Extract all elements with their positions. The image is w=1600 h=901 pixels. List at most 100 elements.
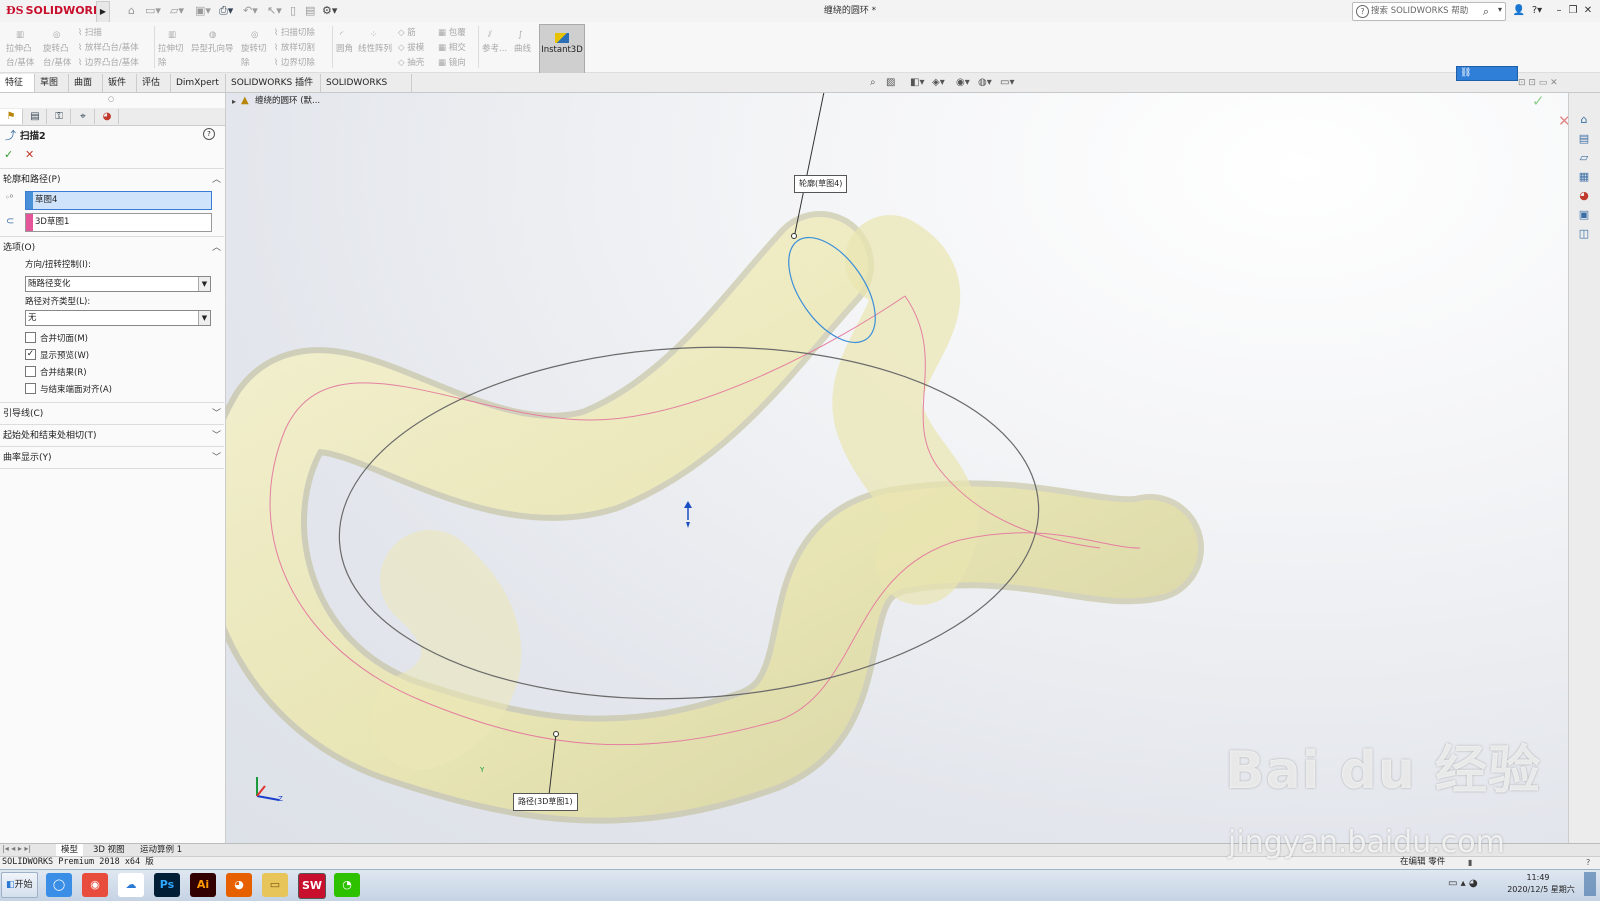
- home-icon[interactable]: ⌂: [128, 3, 135, 19]
- menu-expand-arrow-icon[interactable]: ▶: [96, 1, 110, 23]
- merge-tangent-checkbox[interactable]: 合并切面(M): [25, 332, 88, 346]
- profile-callout-label[interactable]: 轮廓(草图4): [794, 175, 848, 193]
- path-align-dropdown[interactable]: 无 ▼: [25, 310, 211, 326]
- lofted-cut-button[interactable]: ⌇ 放样切割: [274, 41, 315, 56]
- instant3d-button[interactable]: Instant3D: [539, 24, 585, 74]
- section-options-header[interactable]: 选项(O) ︿: [3, 240, 227, 256]
- path-selection-box[interactable]: 3D草图1: [25, 213, 212, 232]
- tab-scroll-arrows-icon[interactable]: |◂ ◂ ▸ ▸|: [2, 844, 31, 853]
- taskbar-solidworks-icon[interactable]: SW: [298, 873, 326, 899]
- section-curvature-display-header[interactable]: 曲率显示(Y) ﹀: [3, 450, 227, 466]
- feature-tree-root-item[interactable]: 缠绕的圆环 (默...: [255, 95, 320, 107]
- section-tangency-header[interactable]: 起始处和结束处相切(T) ﹀: [3, 428, 227, 444]
- chevron-down-icon[interactable]: ▼: [198, 311, 210, 325]
- property-manager-tab-icon[interactable]: ▤: [24, 109, 47, 124]
- swept-cut-button[interactable]: ⌇ 扫描切除: [274, 26, 315, 41]
- draft-button[interactable]: ◇ 拔模: [398, 41, 424, 56]
- status-help-icon[interactable]: ?: [1586, 856, 1590, 869]
- undo-icon[interactable]: ↶▾: [243, 3, 258, 19]
- tab-solidworks-addins[interactable]: SOLIDWORKS 插件: [226, 74, 321, 92]
- appearances-icon[interactable]: ◕: [1576, 189, 1592, 203]
- confirm-corner-ok-icon[interactable]: ✓: [1532, 92, 1545, 110]
- orientation-dropdown[interactable]: 随路径变化 ▼: [25, 276, 211, 292]
- taskbar-firefox-icon[interactable]: ◕: [226, 873, 252, 897]
- revolve-boss-button[interactable]: ◎ 旋转凸 台/基体: [43, 28, 71, 74]
- orientation-popup-button[interactable]: ⛓: [1456, 66, 1518, 81]
- checkbox-box[interactable]: [25, 383, 36, 394]
- sweep-loft-group[interactable]: ⌇ 扫描 ⌇ 放样凸台/基体 ⌇ 边界凸台/基体: [78, 26, 139, 72]
- mirror-button[interactable]: ▦ 镜向: [438, 56, 466, 71]
- viewport-restore-icon[interactable]: ⊡ ⊡ ▭ ✕: [1518, 78, 1558, 88]
- zoom-to-fit-icon[interactable]: ⌕: [870, 77, 876, 88]
- path-callout-label[interactable]: 路径(3D草图1): [513, 793, 578, 811]
- solidworks-logo[interactable]: ƉS SOLIDWORKS: [6, 3, 109, 19]
- curves-button[interactable]: ∫ 曲线: [514, 28, 531, 74]
- tray-icons[interactable]: ▭ ▴ ◕: [1448, 878, 1478, 889]
- section-profile-path-header[interactable]: 轮廓和路径(P) ︿: [3, 172, 227, 188]
- cut-group[interactable]: ⌇ 扫描切除 ⌇ 放样切割 ⌇ 边界切除: [274, 26, 315, 72]
- taskbar-netdisk-icon[interactable]: ☁: [118, 873, 144, 897]
- chevron-down-icon[interactable]: ﹀: [212, 450, 221, 466]
- tab-surfaces[interactable]: 曲面: [69, 74, 103, 92]
- close-button[interactable]: ✕: [1581, 3, 1595, 19]
- chevron-down-icon[interactable]: ▾: [1498, 5, 1502, 14]
- hole-wizard-button[interactable]: ◍ 异型孔向导: [191, 28, 234, 74]
- tab-solidworks-mbd[interactable]: SOLIDWORKS MBD: [321, 74, 412, 106]
- file-properties-icon[interactable]: ▤: [305, 3, 315, 19]
- taskbar-photoshop-icon[interactable]: Ps: [154, 873, 180, 897]
- revolve-cut-button[interactable]: ◎ 旋转切除: [241, 28, 267, 74]
- search-magnifier-icon[interactable]: ⌕: [1483, 5, 1489, 19]
- chevron-up-icon[interactable]: ︿: [212, 172, 221, 188]
- boundary-cut-button[interactable]: ⌇ 边界切除: [274, 56, 315, 71]
- save-icon[interactable]: ▣▾: [195, 3, 211, 19]
- fillet-button[interactable]: ◜ 圆角: [336, 28, 353, 74]
- boundary-button[interactable]: ⌇ 边界凸台/基体: [78, 56, 139, 71]
- tree-expand-arrow-icon[interactable]: ▸: [232, 97, 236, 106]
- clock-date[interactable]: 2020/12/5 星期六: [1502, 884, 1580, 895]
- display-manager-tab-icon[interactable]: ◕: [96, 109, 119, 124]
- shell-button[interactable]: ◇ 抽壳: [398, 56, 424, 71]
- file-explorer-icon[interactable]: ▱: [1576, 151, 1592, 165]
- open-folder-icon[interactable]: ▱▾: [170, 3, 184, 19]
- ok-checkmark-icon[interactable]: ✓: [4, 148, 13, 161]
- print-icon[interactable]: ⎙▾: [219, 3, 233, 19]
- rib-button[interactable]: ◇ 筋: [398, 26, 424, 41]
- taskbar-explorer-icon[interactable]: ▭: [262, 873, 288, 897]
- options-gear-icon[interactable]: ⚙▾: [322, 3, 337, 19]
- taskbar-browser-icon[interactable]: ◯: [46, 873, 72, 897]
- sweep-button[interactable]: ⌇ 扫描: [78, 26, 139, 41]
- design-library-icon[interactable]: ▤: [1576, 132, 1592, 146]
- chevron-down-icon[interactable]: ▼: [198, 277, 210, 291]
- taskbar-chrome-icon[interactable]: ◉: [82, 873, 108, 897]
- tab-evaluate[interactable]: 评估: [137, 74, 171, 92]
- view-settings-icon[interactable]: ▭▾: [1000, 77, 1014, 88]
- chevron-down-icon[interactable]: ﹀: [212, 428, 221, 444]
- wrap-button[interactable]: ▦ 包覆: [438, 26, 466, 41]
- align-end-faces-checkbox[interactable]: 与结束端面对齐(A): [25, 383, 112, 397]
- linear-pattern-button[interactable]: ⁘ 线性阵列: [358, 28, 392, 74]
- profile-selection-box[interactable]: 草图4: [25, 191, 212, 210]
- tab-model[interactable]: 模型: [56, 844, 84, 856]
- custom-properties-icon[interactable]: ▣: [1576, 208, 1592, 222]
- tab-dimxpert[interactable]: DimXpert: [171, 74, 226, 92]
- intersect-button[interactable]: ▦ 相交: [438, 41, 466, 56]
- select-arrow-icon[interactable]: ↖▾: [267, 3, 282, 19]
- display-style-icon[interactable]: ◈▾: [932, 77, 945, 88]
- merge-result-checkbox[interactable]: 合并结果(R): [25, 366, 87, 380]
- cancel-x-icon[interactable]: ✕: [25, 148, 34, 161]
- restore-button[interactable]: ❐: [1566, 3, 1580, 19]
- extrude-cut-button[interactable]: ▥ 拉伸切除: [158, 28, 184, 74]
- taskbar-illustrator-icon[interactable]: Ai: [190, 873, 216, 897]
- rib-draft-shell-group[interactable]: ◇ 筋 ◇ 拔模 ◇ 抽壳: [398, 26, 424, 72]
- taskbar-wechat-icon[interactable]: ◔: [334, 873, 360, 897]
- extrude-boss-button[interactable]: ▥ 拉伸凸 台/基体: [6, 28, 34, 74]
- start-button[interactable]: ◧开始: [1, 872, 38, 898]
- help-menu-icon[interactable]: ?▾: [1530, 3, 1544, 19]
- configuration-manager-tab-icon[interactable]: ⚿: [48, 109, 71, 124]
- checkbox-box[interactable]: [25, 366, 36, 377]
- minimize-button[interactable]: –: [1552, 3, 1566, 19]
- help-question-icon[interactable]: ?: [203, 128, 215, 140]
- solidworks-resources-icon[interactable]: ⌂: [1576, 113, 1592, 127]
- checkbox-box-checked[interactable]: ✓: [25, 349, 36, 360]
- tab-sheetmetal[interactable]: 钣件: [103, 74, 137, 92]
